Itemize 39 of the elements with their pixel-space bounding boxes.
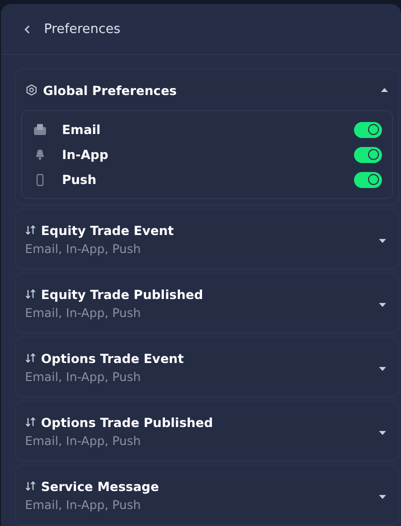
- caret-icon: [379, 367, 386, 371]
- event-row[interactable]: Options Trade Event Email, In-App, Push: [15, 337, 399, 397]
- event-row[interactable]: Equity Trade Event Email, In-App, Push: [15, 209, 399, 269]
- event-summary: Email, In-App, Push: [25, 434, 142, 448]
- caret-icon: [379, 495, 386, 499]
- channel-label: Push: [62, 172, 96, 187]
- toggle-switch[interactable]: [354, 172, 382, 188]
- caret-icon: [379, 239, 386, 243]
- channel-label: Email: [62, 122, 101, 137]
- swap-icon: [25, 481, 36, 491]
- event-title: Service Message: [41, 478, 159, 494]
- toggle-switch[interactable]: [354, 146, 382, 162]
- event-summary: Email, In-App, Push: [25, 498, 142, 512]
- caret-icon: [379, 431, 386, 435]
- global-preferences-header[interactable]: Global Preferences: [16, 70, 398, 110]
- back-icon[interactable]: [24, 24, 30, 34]
- event-title: Equity Trade Event: [41, 222, 174, 238]
- event-row[interactable]: Equity Trade Published Email, In-App, Push: [15, 273, 399, 333]
- gear-icon: [26, 84, 37, 96]
- event-title: Equity Trade Published: [41, 286, 204, 302]
- event-row[interactable]: Options Trade Published Email, In-App, Push: [15, 401, 399, 461]
- swap-icon: [25, 225, 36, 235]
- channel-label: In-App: [62, 147, 108, 162]
- swap-icon: [25, 353, 36, 363]
- event-summary: Email, In-App, Push: [25, 242, 142, 256]
- bell-icon: [34, 149, 46, 160]
- toggle-switch[interactable]: [354, 122, 382, 138]
- caret-icon: [379, 303, 386, 307]
- caret-icon: [381, 88, 388, 92]
- event-title: Options Trade Event: [41, 350, 184, 366]
- inbox-icon: [34, 124, 46, 135]
- event-summary: Email, In-App, Push: [25, 370, 142, 384]
- swap-icon: [25, 417, 36, 427]
- swap-icon: [25, 289, 36, 299]
- phone-icon: [34, 174, 46, 186]
- event-row[interactable]: Service Message Email, In-App, Push: [15, 465, 399, 525]
- event-summary: Email, In-App, Push: [25, 306, 142, 320]
- page-title: Preferences: [44, 22, 120, 36]
- event-title: Options Trade Published: [41, 414, 213, 430]
